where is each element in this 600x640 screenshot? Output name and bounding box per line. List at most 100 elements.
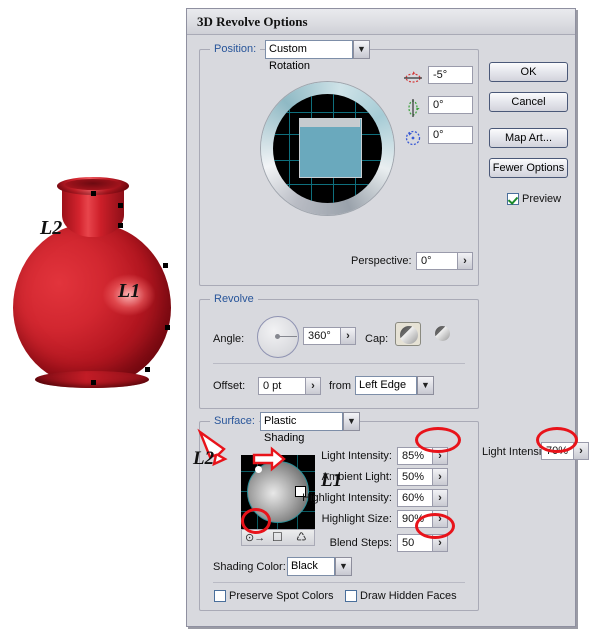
rotation-z-input[interactable]: 0° — [428, 126, 473, 144]
path-anchor[interactable] — [91, 191, 96, 196]
vase-body — [13, 223, 171, 386]
surface-field-input[interactable]: 60% — [397, 489, 433, 507]
revolve-angle-input[interactable]: 360° — [303, 327, 341, 345]
3d-revolve-options-dialog: 3D Revolve Options Position: Custom Rota… — [186, 8, 589, 627]
shading-color-select[interactable]: Black — [287, 557, 335, 576]
position-preset-select[interactable]: Custom Rotation — [265, 40, 353, 72]
dialog-title: 3D Revolve Options — [197, 14, 308, 29]
map-art-button[interactable]: Map Art... — [489, 128, 568, 148]
path-anchor[interactable] — [118, 223, 123, 228]
surface-field-stepper-button[interactable]: › — [433, 468, 448, 486]
shading-color-chevron-down-icon[interactable]: ▼ — [335, 557, 352, 576]
surface-field-stepper-button[interactable]: › — [433, 447, 448, 465]
secondary-light-intensity-value: 70% — [546, 445, 569, 457]
position-preset-value: Custom Rotation — [269, 43, 310, 72]
dialog-titlebar: 3D Revolve Options — [187, 9, 575, 35]
position-cube-viewport[interactable] — [273, 94, 382, 203]
revolve-angle-dial[interactable] — [257, 316, 299, 358]
offset-input[interactable]: 0 pt — [258, 377, 306, 395]
secondary-light-intensity-stepper-button[interactable]: › — [574, 442, 589, 460]
fewer-options-button[interactable]: Fewer Options — [489, 158, 568, 178]
surface-field-value: 50 — [402, 537, 415, 549]
surface-field-input[interactable]: 90% — [397, 510, 433, 528]
rotate-x-icon — [403, 68, 423, 88]
path-anchor[interactable] — [118, 203, 123, 208]
position-preset-chevron-down-icon[interactable]: ▼ — [353, 40, 370, 59]
surface-field-stepper-button[interactable]: › — [433, 489, 448, 507]
light-label-l2: L2 — [40, 217, 63, 239]
revolve-divider — [213, 363, 465, 364]
path-anchor[interactable] — [91, 380, 96, 385]
secondary-light-intensity-input[interactable]: 70% — [541, 442, 574, 460]
surface-field-value: 90% — [402, 513, 425, 525]
path-anchor[interactable] — [163, 263, 168, 268]
cap-on-icon — [400, 326, 418, 344]
shading-color-label: Shading Color: — [213, 561, 286, 573]
preserve-spot-colors-checkbox[interactable] — [214, 590, 226, 602]
surface-divider — [213, 582, 465, 583]
revolve-group: Revolve Angle: 360° › Cap: Offset: 0 pt … — [199, 293, 479, 409]
perspective-value: 0° — [421, 255, 432, 267]
perspective-input[interactable]: 0° — [416, 252, 458, 270]
path-anchor[interactable] — [165, 325, 170, 330]
illustration-canvas: L2 L1 — [0, 0, 185, 640]
surface-field-stepper-button[interactable]: › — [433, 510, 448, 528]
perspective-label: Perspective: — [351, 255, 412, 267]
cap-label: Cap: — [365, 333, 389, 345]
offset-from-chevron-down-icon[interactable]: ▼ — [417, 376, 434, 395]
perspective-stepper-button[interactable]: › — [458, 252, 473, 270]
position-cube-front-face — [299, 118, 362, 178]
vase-lip-inner — [65, 179, 121, 190]
revolve-angle-value: 360° — [308, 330, 331, 342]
rotation-x-input[interactable]: -5° — [428, 66, 473, 84]
rotation-z-value: 0° — [433, 129, 444, 141]
draw-hidden-faces-checkbox[interactable] — [345, 590, 357, 602]
shading-type-value: Plastic Shading — [264, 415, 305, 444]
path-anchor[interactable] — [145, 367, 150, 372]
offset-stepper-button[interactable]: › — [306, 377, 321, 395]
rotate-y-icon — [403, 98, 423, 118]
map-art-button-label: Map Art... — [504, 132, 553, 144]
cap-off-icon — [435, 326, 450, 341]
surface-field-input[interactable]: 85% — [397, 447, 433, 465]
surface-group-title: Surface: — [210, 415, 259, 427]
cap-off-button[interactable] — [432, 322, 458, 346]
ok-button[interactable]: OK — [489, 62, 568, 82]
angle-label: Angle: — [213, 333, 245, 345]
position-group: Position: Custom Rotation ▼ -5° 0° 0° Pe… — [199, 40, 479, 286]
cap-on-button[interactable] — [395, 322, 421, 346]
preserve-spot-colors-label: Preserve Spot Colors — [229, 590, 334, 602]
position-track-cube-widget[interactable] — [261, 82, 394, 215]
revolve-group-title: Revolve — [210, 293, 258, 305]
rotation-y-value: 0° — [433, 99, 444, 111]
surface-field-value: 85% — [402, 450, 425, 462]
offset-value: 0 pt — [263, 380, 282, 392]
surface-field-label: Highlight Intensity: — [302, 492, 392, 504]
cancel-button-label: Cancel — [511, 96, 546, 108]
surface-group: Surface: Plastic Shading ▼ ⊙→ ☐ ♺ L1 Lig… — [199, 412, 479, 611]
offset-from-value: Left Edge — [359, 379, 407, 391]
preview-checkbox[interactable] — [507, 193, 519, 205]
surface-field-label: Ambient Light: — [321, 471, 392, 483]
fewer-options-button-label: Fewer Options — [492, 162, 565, 174]
angle-dial-hub — [275, 334, 280, 339]
rotation-y-input[interactable]: 0° — [428, 96, 473, 114]
surface-field-label: Blend Steps: — [329, 537, 392, 549]
surface-field-stepper-button[interactable]: › — [433, 534, 448, 552]
revolve-angle-stepper-button[interactable]: › — [341, 327, 356, 345]
position-cube-top-face — [299, 118, 360, 127]
offset-from-select[interactable]: Left Edge — [355, 376, 417, 395]
surface-field-input[interactable]: 50 — [397, 534, 433, 552]
cancel-button[interactable]: Cancel — [489, 92, 568, 112]
surface-field-input[interactable]: 50% — [397, 468, 433, 486]
angle-dial-hand — [277, 336, 297, 337]
shading-type-select[interactable]: Plastic Shading — [260, 412, 343, 444]
shading-type-chevron-down-icon[interactable]: ▼ — [343, 412, 360, 431]
surface-field-value: 60% — [402, 492, 425, 504]
ok-button-label: OK — [520, 66, 537, 78]
surface-field-label: Light Intensity: — [321, 450, 392, 462]
rotate-z-icon — [403, 128, 423, 148]
draw-hidden-faces-label: Draw Hidden Faces — [360, 590, 457, 602]
offset-from-label: from — [329, 380, 351, 392]
vase-artwork[interactable]: L2 L1 — [5, 175, 180, 390]
